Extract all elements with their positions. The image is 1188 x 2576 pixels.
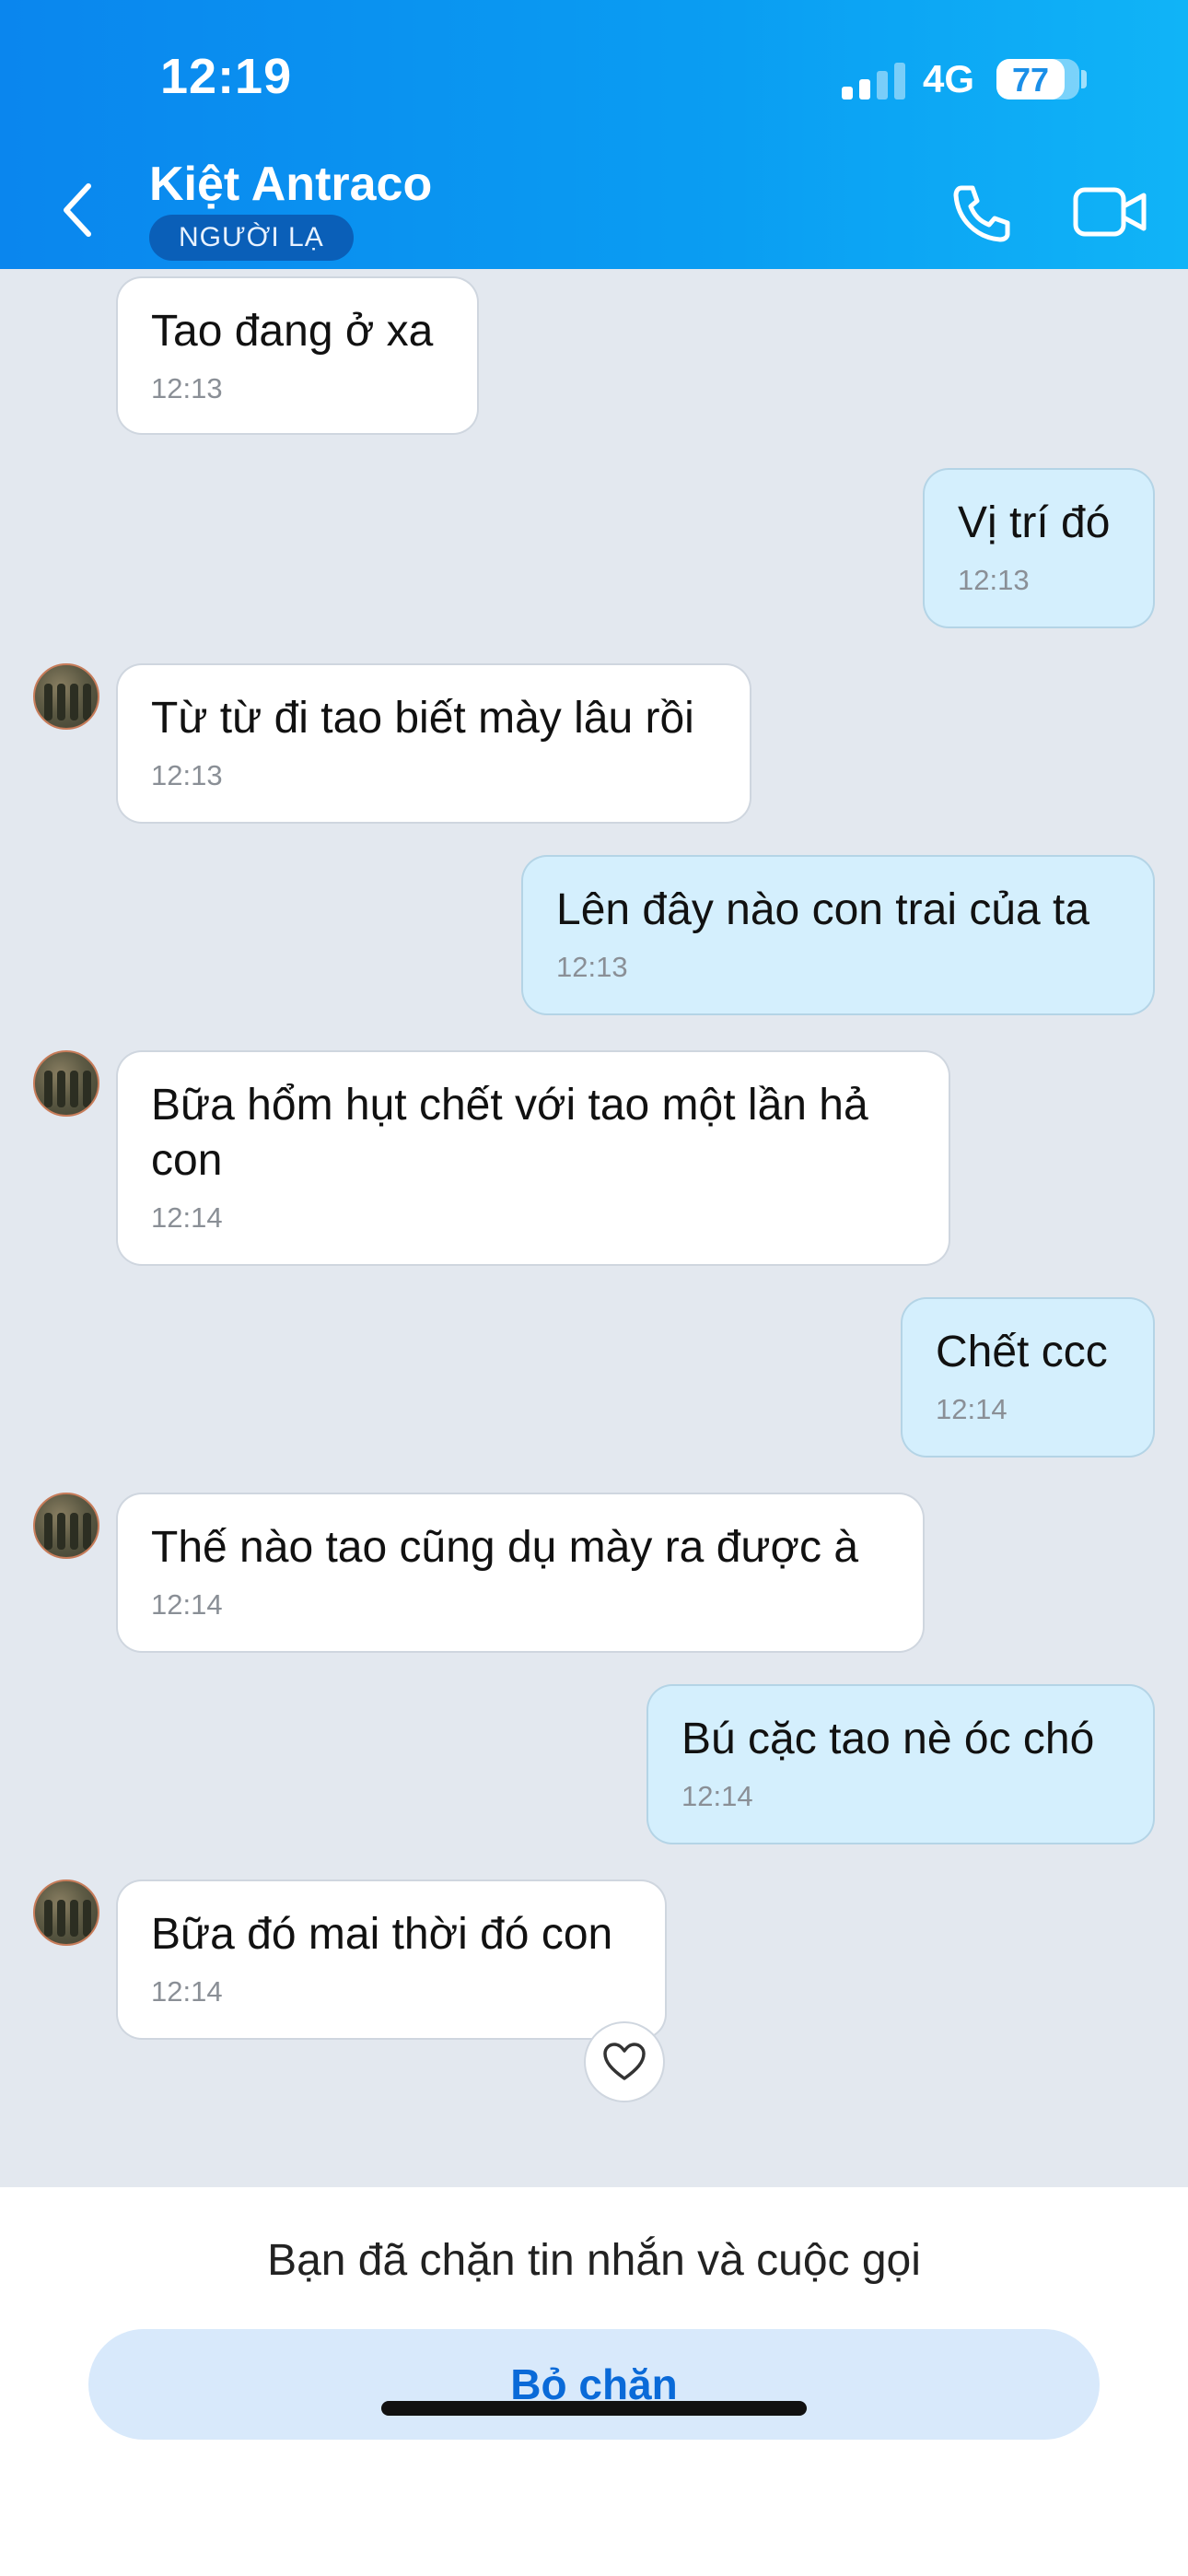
message-bubble-outgoing[interactable]: Lên đây nào con trai của ta 12:13 xyxy=(523,857,1153,1013)
message-time: 12:13 xyxy=(958,564,1030,596)
message-text: Bữa hổm hụt chết với tao một lần hả con xyxy=(151,1081,868,1185)
message-text: Bữa đó mai thời đó con xyxy=(151,1910,613,1959)
video-camera-icon xyxy=(1073,187,1147,237)
phone-icon xyxy=(953,185,1010,242)
message-time: 12:13 xyxy=(151,372,223,404)
contact-avatar[interactable] xyxy=(33,1879,99,1946)
message-bubble-outgoing[interactable]: Chết ccc 12:14 xyxy=(903,1299,1153,1456)
message-bubble-incoming[interactable]: Từ từ đi tao biết mày lâu rồi 12:13 xyxy=(118,665,750,822)
heart-icon xyxy=(603,2043,646,2080)
message-time: 12:14 xyxy=(151,1588,223,1621)
message-text: Thế nào tao cũng dụ mày ra được à xyxy=(151,1523,859,1572)
stranger-badge: NGƯỜI LẠ xyxy=(149,215,354,261)
message-time: 12:13 xyxy=(556,951,628,983)
message-time: 12:14 xyxy=(681,1780,753,1812)
chat-header: 12:19 4G 77 Kiệt Antraco NGƯỜI LẠ xyxy=(0,0,1188,269)
cellular-signal-icon xyxy=(842,61,906,100)
battery-tip xyxy=(1081,70,1087,88)
message-time: 12:14 xyxy=(151,1975,223,2008)
message-time: 12:14 xyxy=(936,1393,1007,1425)
unblock-button[interactable]: Bỏ chặn xyxy=(88,2329,1100,2440)
video-call-button[interactable] xyxy=(1072,182,1149,241)
message-time: 12:14 xyxy=(151,1201,223,1234)
message-text: Chết ccc xyxy=(936,1328,1108,1376)
battery-icon: 77 xyxy=(996,59,1079,100)
home-indicator[interactable] xyxy=(381,2401,807,2416)
contact-avatar[interactable] xyxy=(33,1050,99,1117)
message-list[interactable]: Tao đang ở xa 12:13 Vị trí đó 12:13 Từ t… xyxy=(0,269,1188,2187)
message-text: Tao đang ở xa xyxy=(151,307,434,356)
message-bubble-outgoing[interactable]: Vị trí đó 12:13 xyxy=(925,470,1153,626)
chevron-left-icon xyxy=(64,183,91,237)
message-bubble-incoming[interactable]: Thế nào tao cũng dụ mày ra được à 12:14 xyxy=(118,1494,923,1651)
blocked-notice: Bạn đã chặn tin nhắn và cuộc gọi xyxy=(267,2236,921,2285)
contact-name[interactable]: Kiệt Antraco xyxy=(149,157,432,212)
blocked-panel: Bạn đã chặn tin nhắn và cuộc gọi Bỏ chặn xyxy=(0,2187,1188,2576)
message-bubble-incoming[interactable]: Bữa hổm hụt chết với tao một lần hả con … xyxy=(118,1052,949,1264)
status-time: 12:19 xyxy=(160,49,293,104)
contact-avatar[interactable] xyxy=(33,1493,99,1559)
message-bubble-outgoing[interactable]: Bú cặc tao nè óc chó 12:14 xyxy=(648,1686,1153,1843)
react-heart-button[interactable] xyxy=(586,2023,663,2101)
voice-call-button[interactable] xyxy=(949,181,1013,245)
message-text: Lên đây nào con trai của ta xyxy=(556,885,1090,934)
battery-level: 77 xyxy=(1011,61,1050,99)
message-bubble-incoming[interactable]: Bữa đó mai thời đó con 12:14 xyxy=(118,1881,665,2038)
message-time: 12:13 xyxy=(151,759,223,791)
message-bubble-incoming[interactable]: Tao đang ở xa 12:13 xyxy=(118,278,477,433)
message-text: Bú cặc tao nè óc chó xyxy=(681,1715,1095,1763)
contact-avatar[interactable] xyxy=(33,663,99,730)
network-type: 4G xyxy=(923,57,975,100)
back-button[interactable] xyxy=(52,175,107,245)
message-text: Vị trí đó xyxy=(958,498,1111,547)
message-text: Từ từ đi tao biết mày lâu rồi xyxy=(151,694,694,743)
